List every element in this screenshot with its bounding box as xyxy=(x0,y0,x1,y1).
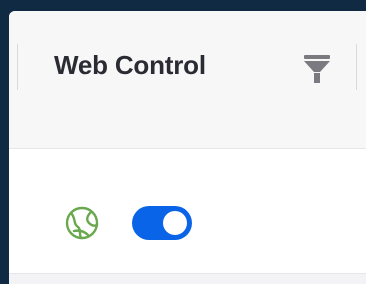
filter-icon xyxy=(304,55,330,83)
column-title[interactable]: Web Control xyxy=(54,49,206,81)
column-divider[interactable] xyxy=(17,44,18,90)
table-header: Web Control xyxy=(9,11,366,149)
table-row[interactable] xyxy=(9,149,366,273)
globe-icon xyxy=(64,205,100,241)
web-control-panel: Web Control xyxy=(9,11,366,284)
next-row xyxy=(9,273,366,284)
web-control-toggle[interactable] xyxy=(132,206,192,240)
toggle-knob[interactable] xyxy=(163,211,187,235)
column-divider[interactable] xyxy=(356,44,357,90)
app-frame: Web Control xyxy=(0,0,366,284)
filter-button[interactable] xyxy=(301,53,333,85)
